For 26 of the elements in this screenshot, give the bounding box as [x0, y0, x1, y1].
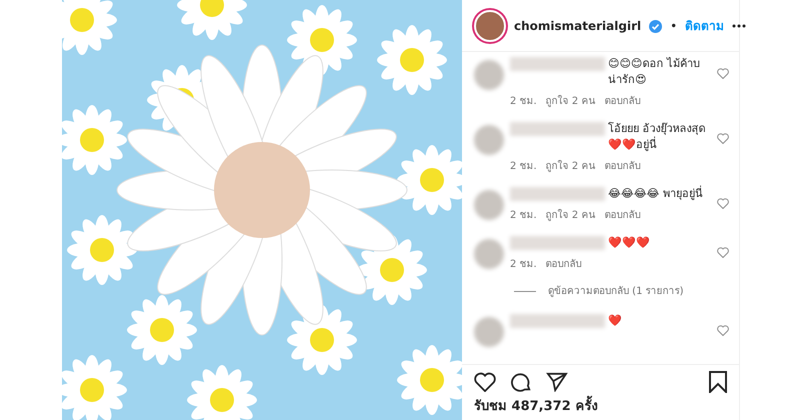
reply-link[interactable]: ตอบกลับ: [546, 257, 582, 272]
view-replies-link[interactable]: ดูข้อความตอบกลับ (1 รายการ): [548, 284, 684, 299]
follow-link[interactable]: ติดตาม: [685, 16, 724, 34]
likes-link[interactable]: ถูกใจ 2 คน: [546, 208, 596, 223]
avatar[interactable]: [474, 10, 506, 42]
comment-text: โอ้ยยย อ้วงยุ๊วหลงสุด ❤❤อยู่นี่: [608, 121, 706, 153]
send-icon[interactable]: [546, 372, 568, 392]
likes-link[interactable]: ถูกใจ 2 คน: [546, 94, 596, 109]
comment-text: ❤: [608, 313, 623, 329]
username[interactable]: chomismaterialgirl: [514, 16, 642, 34]
comment-time: 2 ชม.: [510, 160, 537, 174]
separator: •: [670, 18, 678, 34]
comment-text: 😊😊😊ดอก ไม้ค้าบ น่ารัก😍: [608, 56, 701, 88]
heart-icon[interactable]: [474, 372, 496, 392]
bookmark-icon[interactable]: [709, 370, 727, 392]
reply-link[interactable]: ตอบกลับ: [604, 159, 640, 174]
reply-link[interactable]: ตอบกลับ: [604, 208, 640, 223]
comment-time: 2 ชม.: [510, 209, 537, 223]
comment-text: ❤❤❤: [608, 235, 651, 251]
comment-icon[interactable]: [510, 370, 532, 392]
reply-link[interactable]: ตอบกลับ: [604, 94, 640, 109]
view-count: รับชม 487,372 ครั้ง: [462, 394, 739, 420]
likes-link[interactable]: ถูกใจ 2 คน: [546, 159, 596, 174]
comment-time: 2 ชม.: [510, 95, 537, 109]
comment-text: 😂😂😂😂 พายุอยู่นี่: [608, 186, 704, 202]
comment-time: 2 ชม.: [510, 258, 537, 272]
